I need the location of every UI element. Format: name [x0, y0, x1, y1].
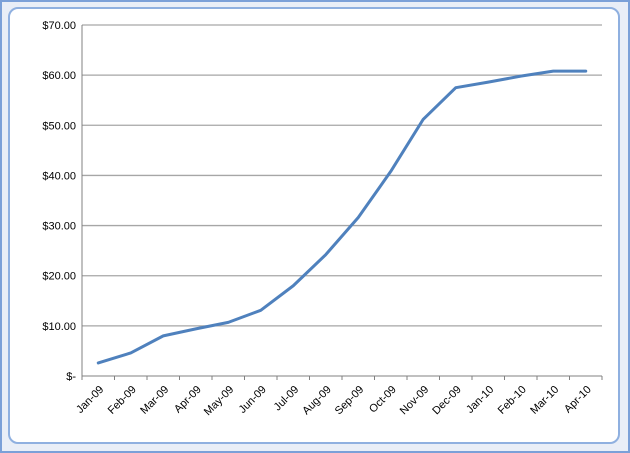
y-tick-label: $70.00: [42, 20, 76, 32]
x-tick-label: Jan-10: [464, 384, 496, 416]
y-tick-label: $50.00: [42, 120, 76, 132]
x-tick-label: Feb-10: [496, 384, 529, 417]
y-tick-label: $60.00: [42, 70, 76, 82]
y-tick-label: $40.00: [42, 170, 76, 182]
x-tick-label: Feb-09: [106, 384, 139, 417]
y-tick-label: $10.00: [42, 321, 76, 333]
x-tick-label: Apr-09: [172, 384, 204, 416]
x-tick-label: Mar-09: [138, 384, 171, 417]
y-tick-label: $30.00: [42, 221, 76, 233]
x-tick-label: Jun-09: [237, 384, 269, 416]
y-tick-label: $-: [66, 371, 76, 383]
y-tick-label: $20.00: [42, 271, 76, 283]
series-line: [96, 69, 588, 365]
x-tick-label: Mar-10: [528, 384, 561, 417]
x-tick-label: May-09: [202, 384, 236, 418]
x-tick-label: Nov-09: [398, 384, 432, 418]
x-tick-label: Jul-09: [272, 384, 302, 414]
x-tick-label: Oct-09: [367, 384, 399, 416]
x-tick-label: Dec-09: [430, 384, 464, 418]
line-chart: $- $10.00 $20.00 $30.00 $40.00 $50.00 $60.00 $7…: [42, 20, 603, 418]
x-tick-label: Aug-09: [300, 384, 334, 418]
x-tick-label: Sep-09: [333, 384, 367, 418]
x-tick-label: Jan-09: [74, 384, 106, 416]
x-tick-label: Apr-10: [562, 384, 594, 416]
